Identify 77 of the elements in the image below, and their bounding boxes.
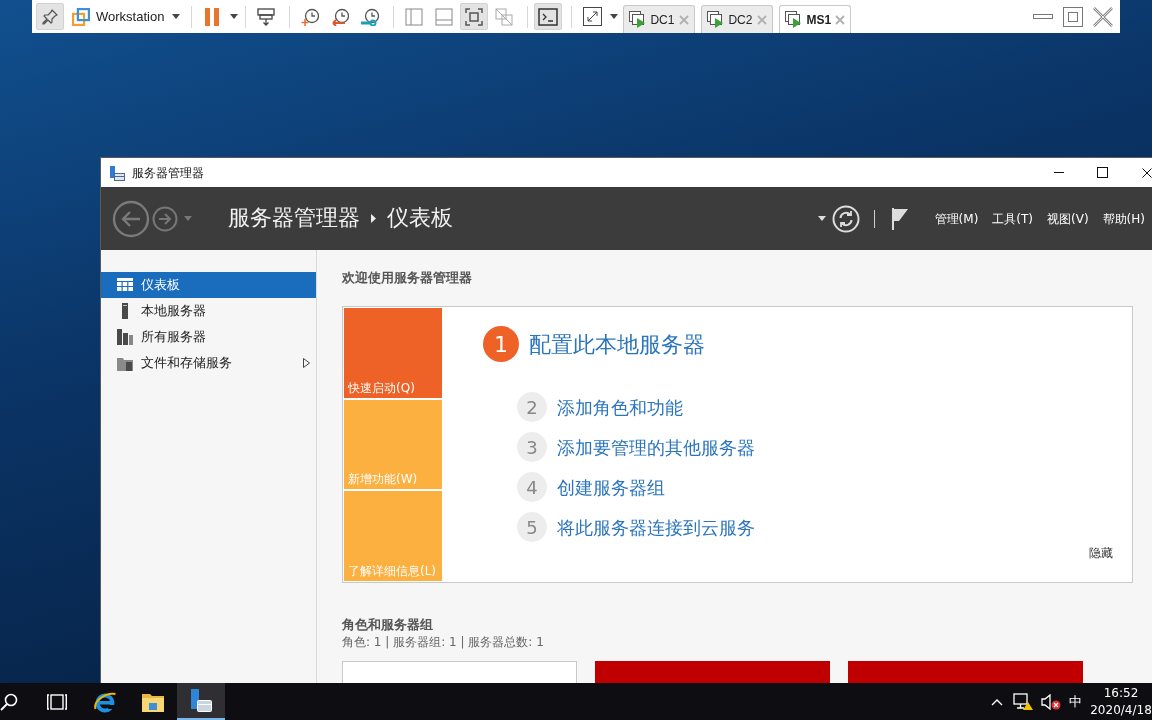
menu-item[interactable]: 帮助(H) bbox=[1095, 209, 1152, 228]
speaker-muted-icon[interactable] bbox=[1041, 693, 1061, 710]
vm-tab[interactable]: MS1 bbox=[779, 5, 852, 33]
servers-icon bbox=[117, 329, 133, 345]
network-warning-icon[interactable] bbox=[1013, 692, 1033, 711]
sidebar-item[interactable]: 仪表板 bbox=[101, 272, 316, 298]
page-title: 仪表板 bbox=[387, 205, 453, 232]
hide-link[interactable]: 隐藏 bbox=[1089, 544, 1113, 562]
section-heading: 欢迎使用服务器管理器 bbox=[342, 269, 473, 287]
vm-tab[interactable]: DC2 bbox=[701, 5, 774, 33]
grid-icon bbox=[117, 277, 133, 293]
clock-plus-icon bbox=[301, 7, 320, 26]
step-number: 5 bbox=[517, 512, 547, 542]
menu-item[interactable]: 视图(V) bbox=[1040, 209, 1096, 228]
step-number: 2 bbox=[517, 392, 547, 422]
caret-icon bbox=[172, 14, 181, 19]
vm-tab[interactable]: DC1 bbox=[623, 5, 696, 33]
clock-wrench-icon bbox=[361, 7, 380, 26]
step-link[interactable]: 添加角色和功能 bbox=[557, 393, 683, 421]
breadcrumb-arrow-icon bbox=[371, 214, 376, 223]
step-link[interactable]: 将此服务器连接到云服务 bbox=[557, 513, 755, 541]
maximize-icon[interactable] bbox=[1097, 167, 1108, 178]
terminal-icon bbox=[538, 7, 559, 26]
close-icon[interactable] bbox=[1142, 167, 1152, 178]
pause-icon bbox=[205, 7, 220, 26]
pin-button[interactable] bbox=[36, 3, 64, 30]
search-icon[interactable] bbox=[0, 692, 18, 711]
keyboard-arrow-icon bbox=[257, 7, 276, 26]
clock-date: 2020/4/18 bbox=[1090, 701, 1152, 719]
fit-guest-button[interactable] bbox=[460, 3, 489, 30]
sidebar-item[interactable]: 本地服务器 bbox=[101, 298, 316, 324]
crossed-squares-icon bbox=[495, 7, 514, 26]
sidebar-item[interactable]: 文件和存储服务 bbox=[101, 350, 316, 376]
expand-arrow-icon[interactable] bbox=[303, 358, 310, 368]
server-manager-icon bbox=[109, 164, 125, 181]
minimize-icon[interactable] bbox=[1033, 14, 1053, 19]
task-view-icon[interactable] bbox=[47, 693, 67, 710]
section-summary: 角色: 1 | 服务器组: 1 | 服务器总数: 1 bbox=[342, 634, 545, 650]
dropdown-caret-icon[interactable] bbox=[610, 14, 619, 19]
chevron-up-icon[interactable] bbox=[991, 697, 1003, 706]
flag-icon[interactable] bbox=[890, 206, 909, 231]
vm-play-icon bbox=[785, 11, 803, 28]
clock-arrow-icon bbox=[331, 7, 350, 26]
side-panel-icon bbox=[405, 7, 424, 26]
step-link[interactable]: 配置此本地服务器 bbox=[529, 327, 705, 361]
step-number: 3 bbox=[517, 432, 547, 462]
breadcrumb-link[interactable]: 服务器管理器 bbox=[228, 205, 360, 232]
vm-play-icon bbox=[707, 11, 725, 28]
menu-item[interactable]: 管理(M) bbox=[927, 209, 986, 228]
input-method-indicator[interactable]: 中 bbox=[1069, 691, 1082, 712]
server-toolbox-icon bbox=[189, 687, 213, 714]
taskbar-button[interactable] bbox=[177, 683, 225, 720]
bottom-panel-icon bbox=[435, 7, 454, 26]
window-title: 服务器管理器 bbox=[132, 164, 204, 182]
section-heading: 角色和服务器组 bbox=[342, 616, 434, 634]
pin-icon bbox=[42, 8, 58, 25]
refresh-icon[interactable] bbox=[831, 204, 860, 233]
clock-time: 16:52 bbox=[1103, 684, 1139, 702]
step-number: 4 bbox=[517, 472, 547, 502]
step-number: 1 bbox=[483, 326, 519, 362]
role-tile[interactable] bbox=[848, 661, 1083, 683]
folder-server-icon bbox=[117, 355, 133, 371]
dropdown-caret-icon[interactable] bbox=[817, 216, 826, 221]
vm-play-icon bbox=[629, 11, 647, 28]
step-link[interactable]: 添加要管理的其他服务器 bbox=[557, 433, 755, 461]
console-view-button[interactable] bbox=[534, 3, 563, 30]
role-tile[interactable] bbox=[595, 661, 830, 683]
dropdown-caret-icon[interactable] bbox=[230, 14, 239, 19]
menu-item[interactable]: 工具(T) bbox=[985, 209, 1041, 228]
role-tile[interactable] bbox=[342, 661, 577, 683]
sidebar-item[interactable]: 所有服务器 bbox=[101, 324, 316, 350]
step-link[interactable]: 创建服务器组 bbox=[557, 473, 665, 501]
product-menu-button[interactable]: Workstation bbox=[92, 6, 185, 27]
restore-icon[interactable] bbox=[1063, 6, 1083, 27]
app-logo-icon bbox=[72, 7, 90, 26]
fullscreen-icon bbox=[582, 7, 602, 26]
fit-screen-icon bbox=[465, 7, 484, 26]
